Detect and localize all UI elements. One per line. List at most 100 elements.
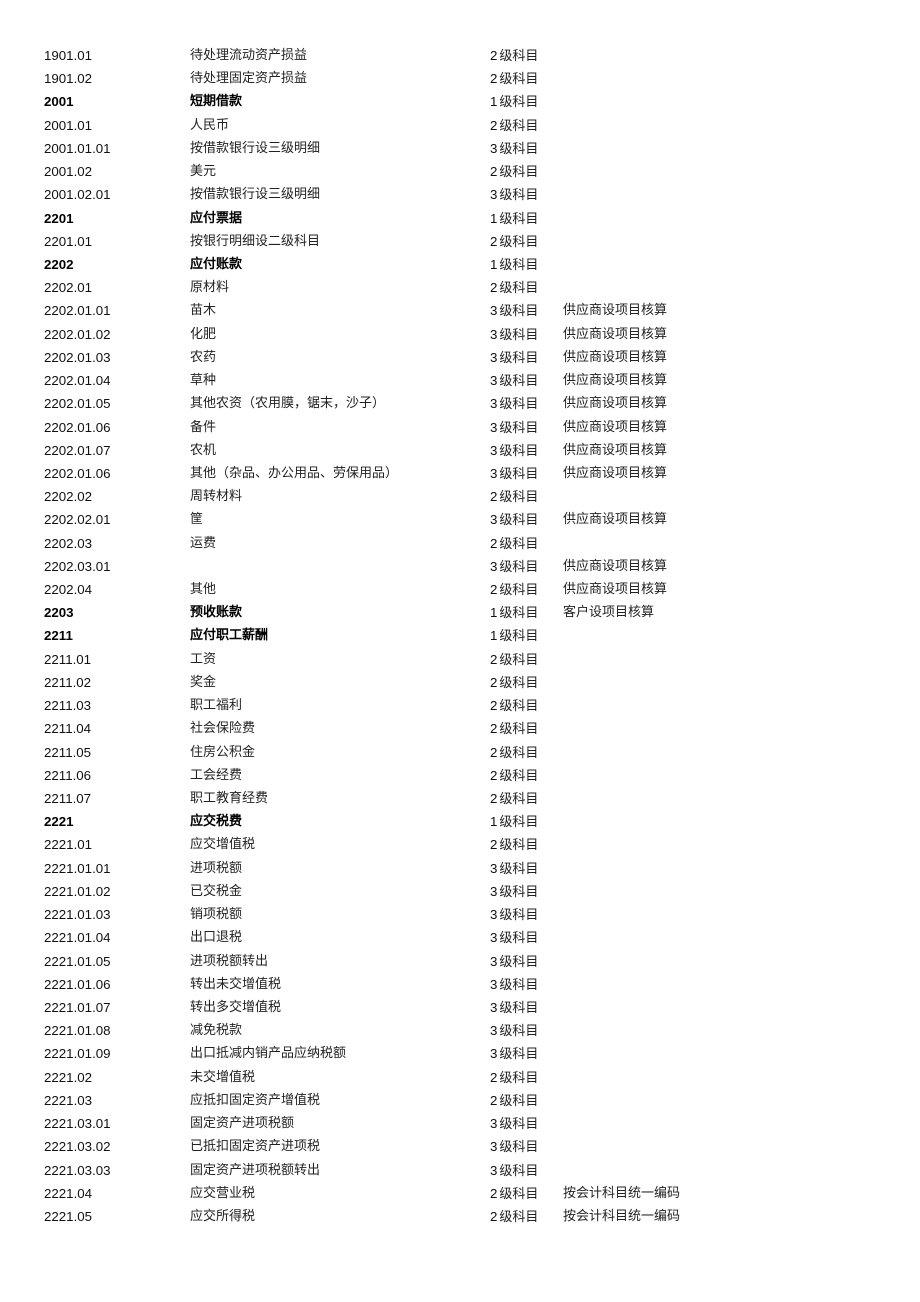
account-code: 2221.03.02 (44, 1139, 111, 1155)
account-row: 2202.04 其他 2 级科目 供应商设项目核算 (0, 578, 920, 601)
account-code: 2201 (44, 210, 74, 226)
account-row: 2202.01.01 苗木 3 级科目 供应商设项目核算 (0, 299, 920, 322)
account-row: 2202.01.02 化肥 3 级科目 供应商设项目核算 (0, 323, 920, 346)
account-name: 农药 (190, 349, 217, 365)
account-code: 2221.01.05 (44, 953, 111, 969)
account-code: 2221.01.02 (44, 883, 111, 899)
account-level-number: 3 (490, 187, 498, 203)
account-row: 2211.07 职工教育经费 2 级科目 (0, 787, 920, 810)
account-row: 2001.02.01 按借款银行设三级明细 3 级科目 (0, 183, 920, 206)
account-level: 3 级科目 (490, 416, 538, 440)
account-level: 2 级科目 (490, 276, 538, 300)
account-code-table: 1901.01 待处理流动资产损益 2 级科目 1901.02 待处理固定资产损益… (0, 44, 920, 1228)
account-row: 2221.05 应交所得税 2 级科目 按会计科目统一编码 (0, 1205, 920, 1228)
account-name: 销项税额 (190, 907, 243, 923)
account-name: 短期借款 (190, 94, 243, 110)
account-code: 2221.03.03 (44, 1162, 111, 1178)
account-name: 固定资产进项税额 (190, 1116, 295, 1132)
account-row: 2221.03.01 固定资产进项税额 3 级科目 (0, 1112, 920, 1135)
account-level-label: 级科目 (499, 815, 539, 831)
account-level-label: 级科目 (499, 327, 539, 343)
account-code: 2001.01.01 (44, 140, 111, 156)
account-level: 2 级科目 (490, 833, 538, 857)
account-level-label: 级科目 (499, 652, 539, 668)
account-row: 2221.01.09 出口抵减内销产品应纳税额 3 级科目 (0, 1042, 920, 1065)
account-row: 2203 预收账款 1 级科目 客户设项目核算 (0, 601, 920, 624)
account-name: 已交税金 (190, 883, 243, 899)
account-level-number: 2 (490, 651, 498, 667)
account-level-label: 级科目 (499, 118, 539, 134)
account-row: 2202.01.07 农机 3 级科目 供应商设项目核算 (0, 439, 920, 462)
account-level: 3 级科目 (490, 555, 538, 579)
account-code: 2202.01.04 (44, 373, 111, 389)
account-level-number: 2 (490, 721, 498, 737)
account-note: 供应商设项目核算 (563, 582, 668, 598)
account-name: 筐 (190, 512, 204, 528)
account-level-number: 3 (490, 303, 498, 319)
account-level-number: 3 (490, 349, 498, 365)
account-name: 按借款银行设三级明细 (190, 187, 321, 203)
account-code: 2221.01.08 (44, 1023, 111, 1039)
account-name: 化肥 (190, 326, 217, 342)
account-note: 按会计科目统一编码 (563, 1185, 681, 1201)
account-name: 转出多交增值税 (190, 999, 282, 1015)
account-code: 2202.02.01 (44, 512, 111, 528)
account-level-label: 级科目 (499, 1047, 539, 1063)
account-name: 出口抵减内销产品应纳税额 (190, 1046, 347, 1062)
account-level: 3 级科目 (490, 1042, 538, 1066)
account-code: 2001 (44, 94, 74, 110)
account-code: 2221.01.07 (44, 999, 111, 1015)
account-name: 美元 (190, 164, 217, 180)
account-name: 原材料 (190, 280, 230, 296)
account-level-label: 级科目 (499, 838, 539, 854)
account-name: 苗木 (190, 303, 217, 319)
account-level: 3 级科目 (490, 1135, 538, 1159)
account-name: 按借款银行设三级明细 (190, 140, 321, 156)
account-level: 3 级科目 (490, 950, 538, 974)
account-row: 2202.03 运费 2 级科目 (0, 532, 920, 555)
account-code: 2202.03.01 (44, 558, 111, 574)
account-level-number: 1 (490, 94, 498, 110)
account-code: 2001.02.01 (44, 187, 111, 203)
account-level-number: 2 (490, 164, 498, 180)
account-level-label: 级科目 (499, 884, 539, 900)
account-code: 2221.03 (44, 1092, 93, 1108)
account-name: 应交增值税 (190, 837, 256, 853)
account-name: 固定资产进项税额转出 (190, 1162, 321, 1178)
account-code: 2202.01.01 (44, 303, 111, 319)
account-level-number: 3 (490, 326, 498, 342)
account-code: 2201.01 (44, 233, 93, 249)
account-level: 1 级科目 (490, 253, 538, 277)
account-row: 2001 短期借款 1 级科目 (0, 90, 920, 113)
account-level: 3 级科目 (490, 996, 538, 1020)
account-level-number: 2 (490, 837, 498, 853)
account-level: 2 级科目 (490, 787, 538, 811)
account-level-label: 级科目 (499, 699, 539, 715)
account-level-label: 级科目 (499, 95, 539, 111)
account-row: 2211.06 工会经费 2 级科目 (0, 764, 920, 787)
account-level: 2 级科目 (490, 67, 538, 91)
account-level-label: 级科目 (499, 443, 539, 459)
account-level-number: 2 (490, 280, 498, 296)
account-name: 职工福利 (190, 698, 243, 714)
account-level: 2 级科目 (490, 671, 538, 695)
account-level: 3 级科目 (490, 857, 538, 881)
account-level-number: 1 (490, 256, 498, 272)
account-name: 应付票据 (190, 210, 243, 226)
account-level-number: 3 (490, 907, 498, 923)
account-level-number: 2 (490, 1208, 498, 1224)
account-code: 2211.01 (44, 651, 92, 667)
account-code: 2221.05 (44, 1208, 93, 1224)
account-code: 2001.01 (44, 117, 93, 133)
account-level: 2 级科目 (490, 578, 538, 602)
account-level-label: 级科目 (499, 954, 539, 970)
account-level-number: 2 (490, 233, 498, 249)
account-code: 2001.02 (44, 164, 93, 180)
account-level: 2 级科目 (490, 1066, 538, 1090)
account-level-number: 3 (490, 1046, 498, 1062)
account-row: 2211.04 社会保险费 2 级科目 (0, 717, 920, 740)
account-code: 2202.03 (44, 535, 93, 551)
account-level-label: 级科目 (499, 1117, 539, 1133)
account-level-label: 级科目 (499, 49, 539, 64)
account-level-number: 1 (490, 814, 498, 830)
